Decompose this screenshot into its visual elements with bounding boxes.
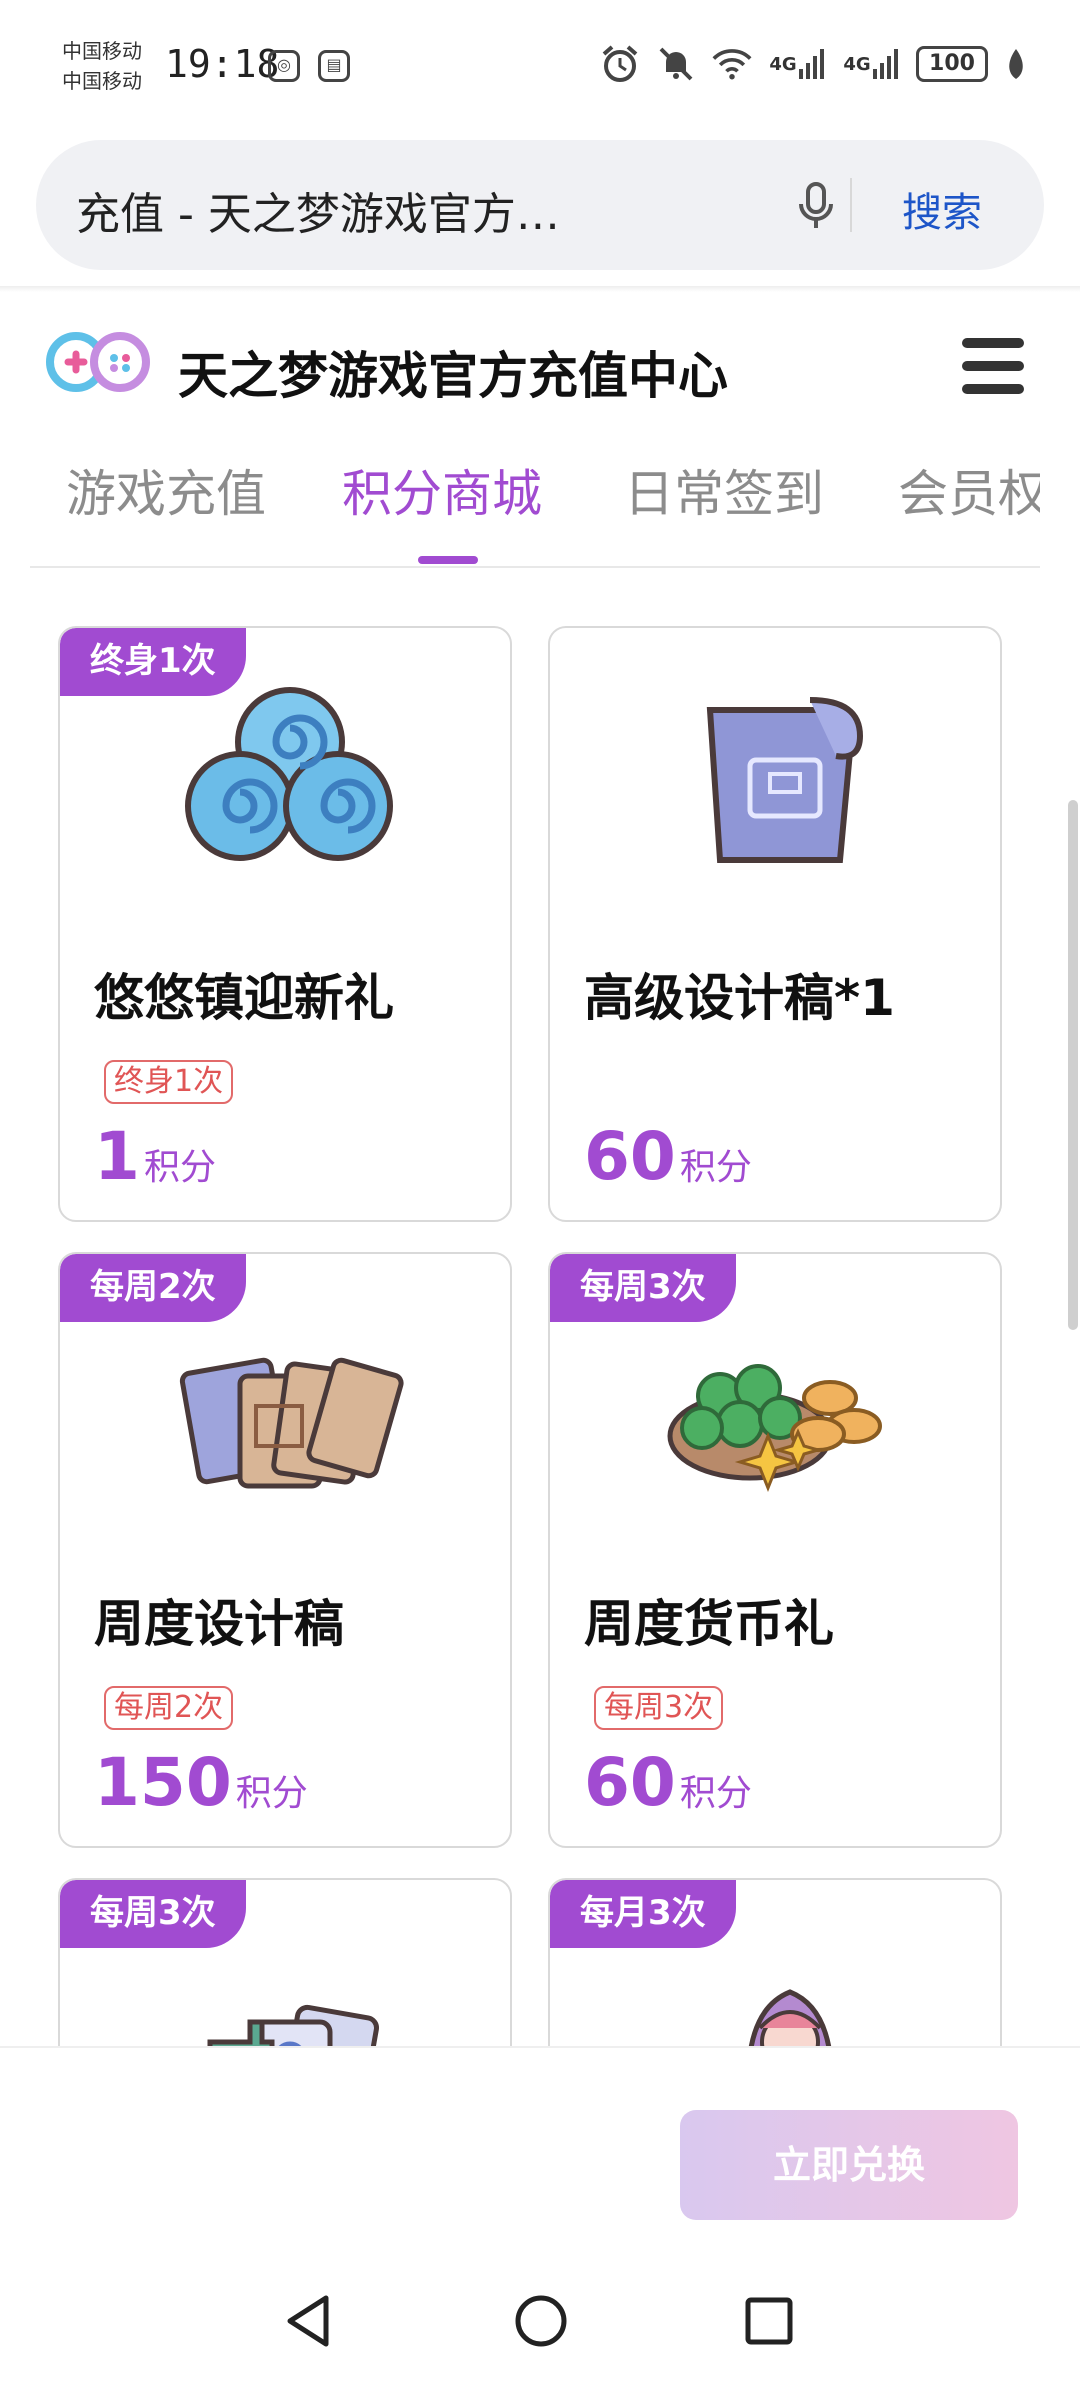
home-icon[interactable]: [506, 2286, 576, 2356]
product-card[interactable]: 每周3次 周度货币礼 每周3次 60 积分: [548, 1252, 1002, 1848]
blueprint-scroll-icon: [640, 680, 914, 880]
app-notification-icon: ◎: [268, 50, 300, 82]
battery-icon: 100: [916, 46, 988, 82]
product-card[interactable]: 高级设计稿*1 60 积分: [548, 626, 1002, 1222]
page-scrollbar[interactable]: [1068, 800, 1078, 1330]
gamepad-logo-icon[interactable]: [44, 330, 152, 396]
tab-points-mall[interactable]: 积分商城: [342, 454, 542, 526]
eco-leaf-icon: [1004, 44, 1028, 84]
blue-orbs-icon: [150, 680, 424, 880]
product-name: 高级设计稿*1: [584, 969, 895, 1027]
hamburger-menu-icon[interactable]: [962, 338, 1024, 394]
mute-bell-icon: [656, 44, 696, 84]
network-type-2: 4G: [843, 53, 871, 75]
cellular-signal-1-icon: 4G: [768, 44, 826, 84]
toolbar-shadow: [0, 286, 1080, 292]
microphone-icon[interactable]: [786, 176, 846, 236]
product-name: 周度货币礼: [584, 1595, 834, 1653]
price-value: 60: [584, 1744, 676, 1821]
tab-daily-checkin[interactable]: 日常签到: [624, 454, 824, 526]
product-grid: 终身1次 悠悠镇迎新礼 终身1次 1 积分 高级设计稿*1 60 积分 每周2次…: [58, 626, 1004, 2046]
category-tabs: 游戏充值 积分商城 日常签到 会员权: [30, 430, 1040, 568]
status-bar: 中国移动 中国移动 19:18 ◎ ▤ 4G 4G 100: [0, 0, 1080, 135]
price-unit: 积分: [679, 1147, 752, 1188]
carrier-1: 中国移动: [62, 39, 142, 63]
character-figure-icon: [640, 1932, 914, 2046]
price-value: 1: [94, 1118, 140, 1195]
status-icons: 4G 4G 100: [600, 44, 1028, 84]
coin-bundle-icon: [640, 1306, 914, 1506]
product-price: 150 积分: [94, 1744, 308, 1821]
search-input[interactable]: 充值 - 天之梦游戏官方…: [76, 178, 716, 242]
product-price: 1 积分: [94, 1118, 216, 1195]
recent-apps-icon[interactable]: [734, 2286, 804, 2356]
clock: 19:18: [165, 42, 280, 86]
price-unit: 积分: [235, 1773, 308, 1814]
product-price: 60 积分: [584, 1118, 752, 1195]
carrier-info: 中国移动 中国移动: [62, 36, 142, 96]
alarm-icon: [600, 44, 640, 84]
product-price: 60 积分: [584, 1744, 752, 1821]
product-card[interactable]: 每周3次: [58, 1878, 512, 2046]
bottom-action-bar: 立即兑换: [0, 2046, 1080, 2256]
price-value: 150: [94, 1744, 232, 1821]
product-card[interactable]: 每月3次: [548, 1878, 1002, 2046]
network-type-1: 4G: [769, 53, 797, 75]
message-notification-icon: ▤: [318, 50, 350, 82]
limit-tag: 每周3次: [594, 1686, 724, 1730]
product-card[interactable]: 终身1次 悠悠镇迎新礼 终身1次 1 积分: [58, 626, 512, 1222]
system-navigation-bar: [0, 2256, 1080, 2388]
price-unit: 积分: [679, 1773, 752, 1814]
tab-membership[interactable]: 会员权: [898, 454, 1040, 526]
wifi-icon: [712, 44, 752, 84]
product-card[interactable]: 每周2次 周度设计稿 每周2次 150 积分: [58, 1252, 512, 1848]
product-name: 悠悠镇迎新礼: [94, 969, 394, 1027]
active-tab-indicator: [418, 556, 478, 564]
site-title: 天之梦游戏官方充值中心: [178, 347, 728, 405]
site-header: 天之梦游戏官方充值中心: [0, 300, 1080, 430]
browser-search-bar[interactable]: 充值 - 天之梦游戏官方… 搜索: [36, 140, 1044, 270]
product-name: 周度设计稿: [94, 1595, 344, 1653]
bottle-and-cards-icon: [150, 1932, 424, 2046]
tab-game-recharge[interactable]: 游戏充值: [66, 454, 266, 526]
design-cards-icon: [150, 1306, 424, 1506]
cellular-signal-2-icon: 4G: [842, 44, 900, 84]
price-unit: 积分: [143, 1147, 216, 1188]
back-icon[interactable]: [274, 2286, 344, 2356]
limit-tag: 终身1次: [104, 1060, 234, 1104]
search-divider: [850, 178, 852, 232]
price-value: 60: [584, 1118, 676, 1195]
carrier-2: 中国移动: [62, 69, 142, 93]
search-button[interactable]: 搜索: [902, 180, 982, 238]
limit-tag: 每周2次: [104, 1686, 234, 1730]
redeem-now-button[interactable]: 立即兑换: [680, 2110, 1018, 2220]
